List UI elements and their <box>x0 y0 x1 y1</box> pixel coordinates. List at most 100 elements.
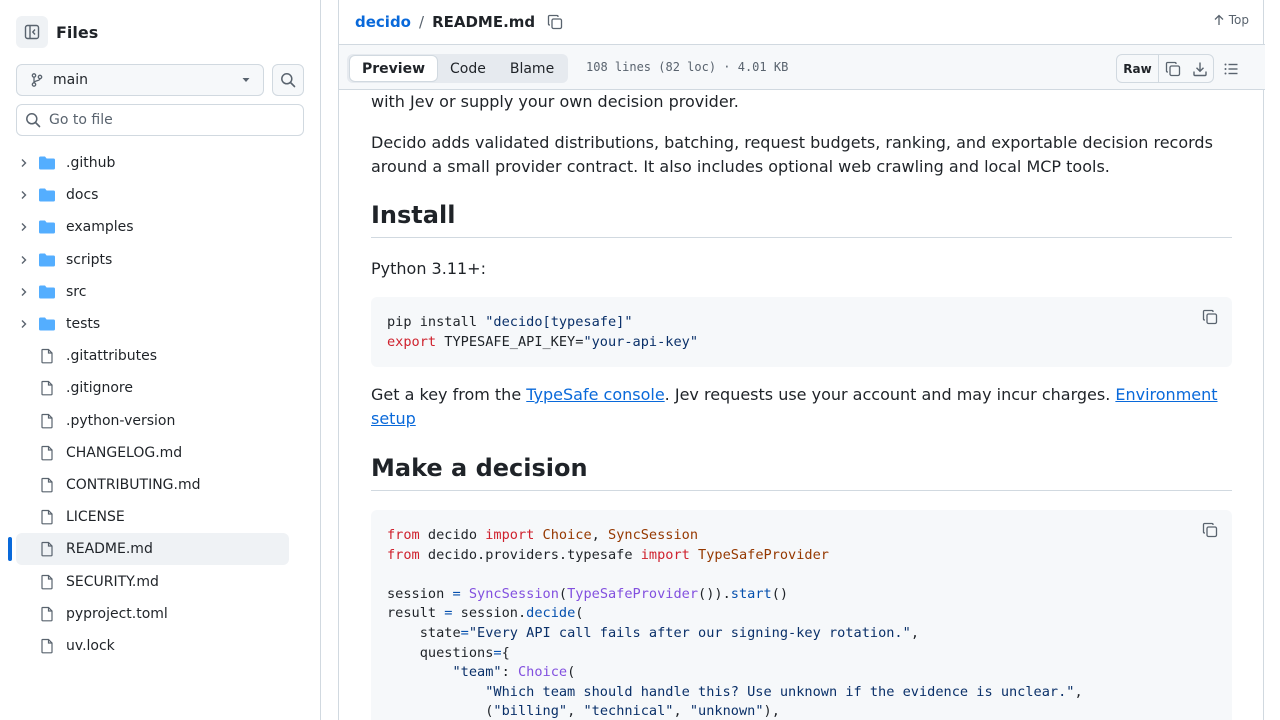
file-icon <box>41 542 53 557</box>
sidebar-header: Files <box>16 16 98 48</box>
tree-file-python-version[interactable]: .python-version <box>16 405 289 437</box>
tab-preview[interactable]: Preview <box>349 55 439 82</box>
download-button[interactable] <box>1186 55 1213 82</box>
outline-button[interactable] <box>1219 58 1243 80</box>
file-icon <box>41 510 53 525</box>
file-icon <box>41 638 53 654</box>
code-token: = <box>444 605 453 622</box>
copy-code-button[interactable] <box>1202 522 1218 542</box>
tree-item-label: CONTRIBUTING.md <box>66 476 201 493</box>
tree-file-readme-md[interactable]: README.md <box>16 533 289 566</box>
file-icon <box>38 445 56 461</box>
chevron-right-icon[interactable] <box>16 221 32 233</box>
folder-icon <box>39 156 55 170</box>
text: Get a key from the <box>371 385 527 404</box>
code-token: Choice <box>517 664 568 681</box>
tree-file-uv-lock[interactable]: uv.lock <box>16 630 289 662</box>
tree-folder-github[interactable]: .github <box>16 147 289 179</box>
code-token: pip install <box>387 314 486 330</box>
go-to-file-input[interactable] <box>49 112 279 128</box>
back-to-top-button[interactable]: Top <box>1213 13 1249 27</box>
code-token: "Every API call fails after our signing-… <box>468 624 911 641</box>
chevron-right-icon <box>21 287 27 296</box>
tree-folder-examples[interactable]: examples <box>16 211 289 243</box>
tree-item-label: scripts <box>66 251 113 268</box>
copy-icon <box>548 14 563 30</box>
breadcrumb-file-name: README.md <box>432 13 536 31</box>
folder-icon <box>38 155 56 171</box>
tree-item-label: uv.lock <box>66 637 115 654</box>
file-icon <box>41 413 53 428</box>
code-token: from <box>387 546 420 563</box>
raw-button[interactable]: Raw <box>1117 55 1159 82</box>
tab-blame[interactable]: Blame <box>498 55 566 82</box>
file-tree: .github docs examples scripts src tests .gitat… <box>16 147 289 662</box>
copy-raw-button[interactable] <box>1159 55 1186 82</box>
file-icon <box>38 380 56 396</box>
chevron-right-icon[interactable] <box>16 254 32 266</box>
tree-file-gitattributes[interactable]: .gitattributes <box>16 340 289 372</box>
chevron-right-icon[interactable] <box>16 318 32 330</box>
search-files-button[interactable] <box>272 64 304 96</box>
file-actions: Raw <box>1116 54 1214 83</box>
code-token: = <box>493 644 502 661</box>
code-token: "billing" <box>493 703 568 720</box>
code-token: SyncSession <box>468 585 559 602</box>
tree-file-security-md[interactable]: SECURITY.md <box>16 565 289 597</box>
code-line: export TYPESAFE_API_KEY="your-api-key" <box>387 333 1216 353</box>
tree-item-label: examples <box>66 219 134 236</box>
code-line: result = session.decide( <box>387 605 584 622</box>
code-token: decide <box>526 605 576 622</box>
file-icon <box>41 606 53 622</box>
code-token: "your-api-key" <box>583 333 699 350</box>
tree-folder-tests[interactable]: tests <box>16 308 289 340</box>
copy-code-button[interactable] <box>1202 309 1218 329</box>
folder-icon <box>38 284 56 300</box>
chevron-right-icon <box>21 320 27 329</box>
paragraph: Decido adds validated distributions, bat… <box>371 133 1213 176</box>
tree-folder-scripts[interactable]: scripts <box>16 244 289 276</box>
chevron-right-icon[interactable] <box>16 286 32 298</box>
copy-icon <box>1165 61 1180 76</box>
selected-indicator <box>8 537 12 561</box>
go-to-file-field[interactable] <box>16 104 304 136</box>
copy-path-button[interactable] <box>547 14 563 30</box>
tree-file-pyproject-toml[interactable]: pyproject.toml <box>16 598 289 630</box>
file-icon <box>41 574 53 589</box>
code-line: pip install "decido[typesafe]" <box>387 313 1216 333</box>
git-branch-icon <box>31 73 43 87</box>
file-icon <box>38 477 56 493</box>
branch-selector[interactable]: main <box>16 64 264 96</box>
tree-file-gitignore[interactable]: .gitignore <box>16 372 289 404</box>
code-line: from decido.providers.typesafe import Ty… <box>387 546 829 563</box>
file-viewer: decido / README.md Top Preview Code Blam… <box>338 0 1265 720</box>
typesafe-console-link[interactable]: TypeSafe console <box>526 385 664 404</box>
file-icon <box>41 349 53 364</box>
branch-name: main <box>53 72 88 88</box>
sidebar-title: Files <box>56 22 99 42</box>
tree-file-contributing-md[interactable]: CONTRIBUTING.md <box>16 469 289 501</box>
collapse-sidebar-button[interactable] <box>16 16 48 48</box>
tree-file-changelog-md[interactable]: CHANGELOG.md <box>16 437 289 469</box>
code-line: from decido import Choice, SyncSession <box>387 527 699 543</box>
copy-icon <box>1202 309 1218 325</box>
code-token: "technical" <box>583 703 674 720</box>
download-icon <box>1192 62 1207 76</box>
code-token: = <box>452 585 461 602</box>
code-token: import <box>640 546 690 563</box>
view-mode-tabs: Preview Code Blame <box>347 54 569 83</box>
code-token: start <box>730 585 772 602</box>
code-token: SyncSession <box>608 527 699 543</box>
heading-install: Install <box>371 201 1232 238</box>
tab-code[interactable]: Code <box>438 55 498 82</box>
tree-folder-docs[interactable]: docs <box>16 179 289 211</box>
folder-icon <box>38 219 56 235</box>
tree-file-license[interactable]: LICENSE <box>16 501 289 533</box>
breadcrumb-repo-link[interactable]: decido <box>355 13 411 31</box>
tree-folder-src[interactable]: src <box>16 276 289 308</box>
file-icon <box>41 477 53 493</box>
chevron-right-icon[interactable] <box>16 189 32 201</box>
chevron-right-icon[interactable] <box>16 157 32 169</box>
tree-item-label: CHANGELOG.md <box>66 444 183 461</box>
